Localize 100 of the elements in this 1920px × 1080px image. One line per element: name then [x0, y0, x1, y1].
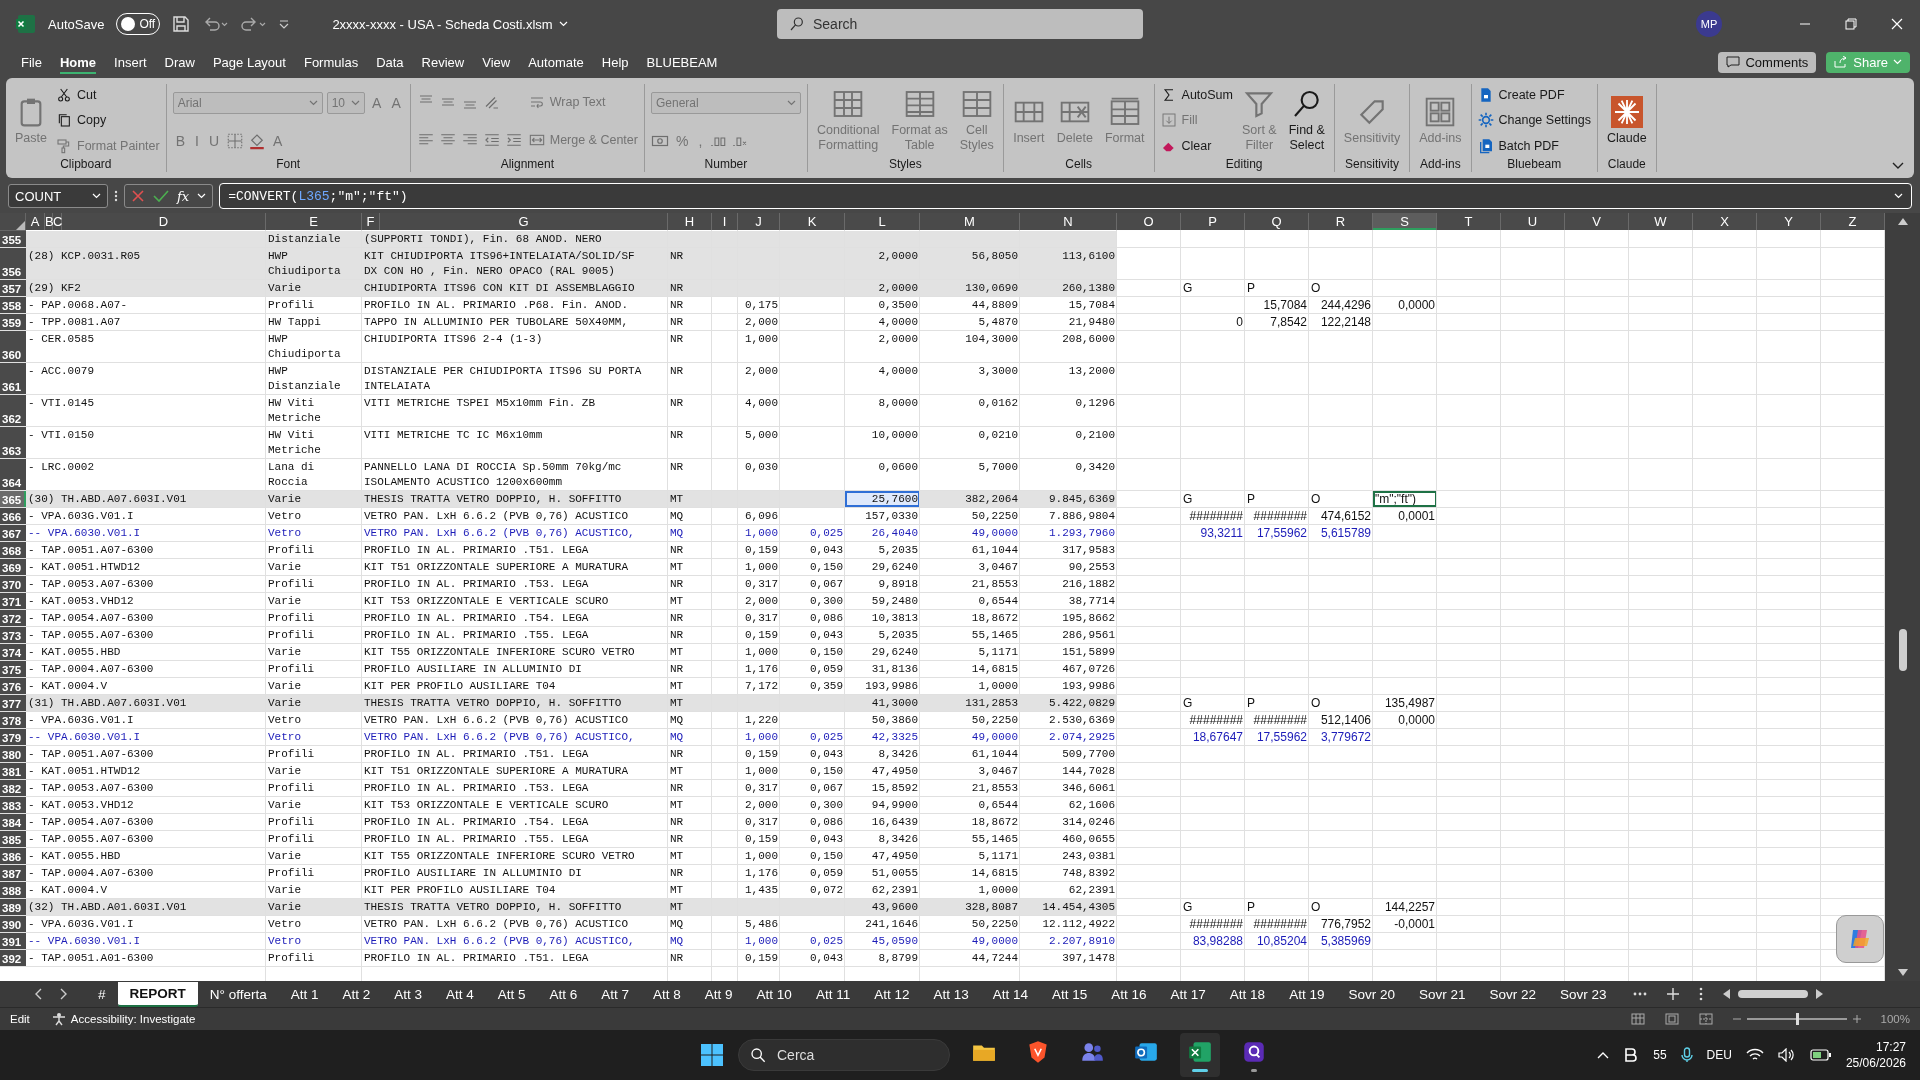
vertical-scrollbar[interactable] [1885, 213, 1920, 981]
column-header[interactable]: V [1565, 213, 1629, 230]
row-header[interactable]: 386 [0, 848, 26, 864]
row-header[interactable]: 378 [0, 712, 26, 728]
ribbon-button[interactable]: Claude [1603, 95, 1650, 146]
row-header[interactable]: 375 [0, 661, 26, 677]
scroll-down-icon[interactable] [1897, 969, 1908, 977]
row-header[interactable]: 362 [0, 395, 26, 426]
sheet-tab[interactable]: Sovr 20 [1336, 982, 1407, 1006]
sheet-tab[interactable]: Att 8 [641, 982, 693, 1006]
page-layout-icon[interactable] [1664, 1013, 1679, 1025]
row-header[interactable]: 357 [0, 280, 26, 296]
row-header[interactable]: 361 [0, 363, 26, 394]
zoom-level[interactable]: 100% [1880, 1013, 1910, 1025]
tray-count[interactable]: 55 [1653, 1048, 1667, 1062]
column-header[interactable]: E [266, 213, 362, 230]
row-header[interactable]: 372 [0, 610, 26, 626]
row-header[interactable]: 364 [0, 459, 26, 490]
sheet-tab[interactable]: # [86, 982, 118, 1006]
select-all-button[interactable] [0, 213, 26, 231]
menu-tab[interactable]: Data [367, 50, 413, 74]
menu-tab[interactable]: BLUEBEAM [637, 50, 727, 74]
row-header[interactable]: 389 [0, 899, 26, 915]
ribbon-button[interactable]: Find & Select [1285, 88, 1328, 153]
row-header[interactable]: 376 [0, 678, 26, 694]
column-header[interactable]: P [1181, 213, 1245, 230]
sheet-tab[interactable]: Att 10 [744, 982, 804, 1006]
clock-date[interactable]: 25/06/2026 [1845, 1055, 1906, 1071]
name-box[interactable]: COUNT [8, 184, 108, 208]
row-header[interactable]: 356 [0, 248, 26, 279]
sheet-tab[interactable]: Att 15 [1040, 982, 1100, 1006]
sheet-tab[interactable]: Sovr 21 [1406, 982, 1478, 1006]
battery-icon[interactable] [1809, 1048, 1832, 1062]
sheet-tab[interactable]: Att 16 [1099, 982, 1159, 1006]
column-header[interactable]: Z [1821, 213, 1885, 230]
row-header[interactable]: 371 [0, 593, 26, 609]
row-header[interactable]: 367 [0, 525, 26, 541]
ribbon-button[interactable]: Change Settings [1477, 112, 1591, 129]
scroll-left-icon[interactable] [1722, 989, 1730, 999]
save-icon[interactable] [172, 15, 191, 33]
assistant-button[interactable] [1836, 915, 1884, 963]
row-header[interactable]: 383 [0, 797, 26, 813]
sheet-tab[interactable]: Att 13 [921, 982, 981, 1006]
column-header[interactable]: X [1693, 213, 1757, 230]
add-sheet-icon[interactable] [1666, 988, 1679, 1000]
sheet-tab[interactable]: Att 5 [485, 982, 538, 1006]
more-icon[interactable] [114, 189, 118, 203]
sheet-tab[interactable]: Att 6 [537, 982, 590, 1006]
row-header[interactable]: 359 [0, 314, 26, 330]
menu-tab[interactable]: Automate [519, 50, 593, 74]
sheet-tab[interactable]: Att 4 [434, 982, 486, 1006]
insert-function-button[interactable]: fx [177, 188, 190, 204]
column-header[interactable]: M [920, 213, 1020, 230]
sheet-tab[interactable]: Att 9 [692, 982, 745, 1006]
sheet-tab[interactable]: Att 2 [330, 982, 383, 1006]
taskbar-app[interactable] [1180, 1033, 1220, 1077]
column-header[interactable]: G [380, 213, 668, 230]
chevron-icon[interactable] [1892, 162, 1904, 170]
scroll-thumb[interactable] [1898, 629, 1907, 671]
ribbon-button[interactable]: Batch PDF [1477, 137, 1591, 154]
sheet-tab[interactable]: Att 12 [862, 982, 922, 1006]
row-header[interactable]: 366 [0, 508, 26, 524]
row-header[interactable]: 373 [0, 627, 26, 643]
menu-tab[interactable]: File [12, 50, 51, 74]
close-icon[interactable] [1891, 18, 1903, 30]
sheet-tab[interactable]: Att 19 [1277, 982, 1337, 1006]
more-icon[interactable] [1632, 992, 1647, 996]
spreadsheet-logo-icon[interactable] [16, 14, 36, 34]
menu-tab[interactable]: Insert [105, 50, 156, 74]
menu-tab[interactable]: Help [592, 50, 638, 74]
ribbon-button[interactable]: Create PDF [1477, 87, 1591, 104]
sheet-tab[interactable]: Att 11 [803, 982, 863, 1006]
normal-view-icon[interactable] [1630, 1013, 1645, 1025]
column-header[interactable]: J [738, 213, 780, 230]
language-indicator[interactable]: DEU [1706, 1048, 1732, 1062]
taskbar-search-field[interactable]: Cerca [738, 1039, 950, 1071]
ribbon-button[interactable]: Clear [1160, 137, 1233, 154]
ribbon-button[interactable]: AutoSum [1160, 87, 1233, 104]
menu-tab[interactable]: Review [412, 50, 474, 74]
row-header[interactable]: 390 [0, 916, 26, 932]
clock-time[interactable]: 17:27 [1875, 1039, 1906, 1055]
sheet-tab[interactable]: Att 1 [278, 982, 331, 1006]
row-header[interactable]: 384 [0, 814, 26, 830]
sheet-tab[interactable]: Att 17 [1158, 982, 1218, 1006]
row-header[interactable]: 365 [0, 491, 26, 507]
search-field[interactable]: Search [777, 9, 1143, 39]
scroll-right-icon[interactable] [1815, 989, 1823, 999]
chevron-up-icon[interactable] [1597, 1051, 1610, 1059]
sheet-tab[interactable]: Att 18 [1217, 982, 1278, 1006]
file-name[interactable]: 2xxxx-xxxx - USA - Scheda Costi.xlsm [332, 16, 568, 32]
customize-icon[interactable] [278, 18, 291, 30]
column-header[interactable]: O [1117, 213, 1181, 230]
column-header[interactable]: D [62, 213, 266, 230]
microphone-icon[interactable] [1680, 1047, 1693, 1063]
scroll-up-icon[interactable] [1897, 217, 1908, 225]
tray-app-icon[interactable] [1623, 1047, 1640, 1063]
column-header[interactable]: Y [1757, 213, 1821, 230]
menu-tab[interactable]: Page Layout [203, 50, 295, 74]
row-header[interactable]: 392 [0, 950, 26, 966]
row-header[interactable]: 387 [0, 865, 26, 881]
